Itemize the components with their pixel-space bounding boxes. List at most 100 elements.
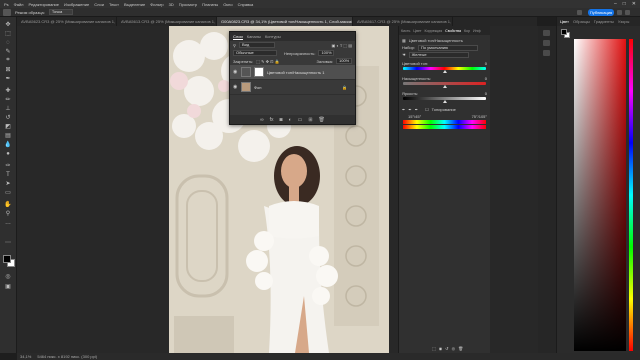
- saturation-slider-knob[interactable]: [443, 85, 447, 88]
- foreground-color-swatch[interactable]: [3, 255, 11, 263]
- tab-patterns[interactable]: Узоры: [618, 19, 629, 24]
- tab-gradients[interactable]: Градиенты: [594, 19, 614, 24]
- saturation-value[interactable]: 0: [485, 76, 487, 81]
- color-swatches[interactable]: [3, 255, 15, 267]
- tab-adjustments[interactable]: Коррекция: [424, 29, 442, 33]
- delete-icon[interactable]: 🗑: [458, 346, 463, 351]
- layer-filter-select[interactable]: Вид: [238, 42, 275, 48]
- sample-mode-select[interactable]: Точка: [48, 9, 73, 15]
- lock-icons[interactable]: ⬚ ✎ ✥ ⊡ 🔒: [256, 59, 279, 64]
- type-tool-icon[interactable]: T: [4, 171, 12, 178]
- menu-item[interactable]: Окно: [223, 2, 232, 7]
- edit-toolbar-icon[interactable]: ⋯: [4, 239, 12, 246]
- menu-item[interactable]: Просмотр: [179, 2, 197, 7]
- eyedropper-minus-icon[interactable]: ✒: [415, 107, 418, 112]
- doc-tab[interactable]: AVBA5613.CR3 @ 25% (Микширование каналов…: [117, 17, 217, 26]
- zoom-level[interactable]: 34,1%: [20, 354, 31, 359]
- menu-item[interactable]: Изображение: [64, 2, 89, 7]
- menu-item[interactable]: Выделение: [124, 2, 145, 7]
- hand-tool-icon[interactable]: ✋: [4, 201, 12, 208]
- color-panel-swatches[interactable]: [561, 29, 570, 38]
- crop-tool-icon[interactable]: ⌗: [4, 57, 12, 64]
- doc-tab[interactable]: AVBA5623.CR3 @ 25% (Микширование каналов…: [17, 17, 117, 26]
- preset-select[interactable]: По умолчанию: [417, 44, 478, 51]
- tab-brush[interactable]: Кисть: [401, 29, 410, 33]
- view-previous-icon[interactable]: ◉: [439, 346, 443, 351]
- menu-item[interactable]: Редактирование: [29, 2, 59, 7]
- filter-icons[interactable]: ▣ ◐ T ⬚ ▤: [332, 43, 353, 48]
- maximize-icon[interactable]: □: [623, 1, 626, 7]
- reset-icon[interactable]: ↺: [445, 346, 448, 351]
- quick-mask-icon[interactable]: ◎: [4, 273, 12, 280]
- gradient-tool-icon[interactable]: ▤: [4, 132, 12, 139]
- new-layer-icon[interactable]: ⊞: [308, 117, 312, 123]
- workspace-icon[interactable]: [625, 10, 630, 15]
- menu-item[interactable]: 3D: [169, 2, 174, 7]
- menu-item[interactable]: Слои: [94, 2, 104, 7]
- panel-icon[interactable]: [543, 50, 550, 56]
- mask-icon[interactable]: ◙: [280, 117, 283, 123]
- healing-brush-icon[interactable]: ✚: [4, 87, 12, 94]
- minimize-icon[interactable]: –: [614, 1, 617, 7]
- tab-info[interactable]: Инф: [473, 29, 481, 33]
- eraser-tool-icon[interactable]: ◩: [4, 123, 12, 130]
- tab-swatches[interactable]: Образцы: [573, 19, 590, 24]
- menu-item[interactable]: Плагины: [202, 2, 218, 7]
- layer-name[interactable]: Цветовой тон/Насыщенность 1: [267, 70, 324, 75]
- saturation-slider[interactable]: [403, 82, 486, 88]
- lightness-value[interactable]: 0: [485, 91, 487, 96]
- tab-layers[interactable]: Слои: [233, 34, 243, 40]
- eye-icon[interactable]: ◉: [233, 85, 238, 90]
- close-icon[interactable]: ✕: [632, 1, 636, 7]
- link-icon[interactable]: ∞: [260, 117, 264, 123]
- tab-channels[interactable]: Каналы: [247, 34, 261, 39]
- panel-icon[interactable]: [543, 40, 550, 46]
- brush-tool-icon[interactable]: ✏: [4, 96, 12, 103]
- color-picker-field[interactable]: [574, 39, 626, 351]
- search-icon[interactable]: [617, 10, 622, 15]
- frame-tool-icon[interactable]: ⊠: [4, 66, 12, 73]
- tab-color[interactable]: Цвет: [560, 19, 569, 24]
- doc-tab-active[interactable]: G00A0823.CR3 @ 34,1% (Цветовой тон/Насыщ…: [217, 17, 353, 26]
- panel-icon[interactable]: [543, 30, 550, 36]
- eye-icon[interactable]: ◉: [233, 70, 238, 75]
- lightness-slider[interactable]: [403, 97, 486, 103]
- history-brush-icon[interactable]: ↺: [4, 114, 12, 121]
- channel-select[interactable]: Желтые: [408, 51, 469, 58]
- pen-tool-icon[interactable]: ✑: [4, 162, 12, 169]
- colorize-checkbox[interactable]: ☐: [425, 107, 429, 112]
- move-tool-icon[interactable]: ✥: [4, 21, 12, 28]
- menu-item[interactable]: Справка: [238, 2, 254, 7]
- lightness-slider-knob[interactable]: [443, 100, 447, 103]
- hue-value[interactable]: 0: [485, 61, 487, 66]
- publish-button[interactable]: Публикация: [588, 9, 614, 16]
- menu-item[interactable]: Файл: [14, 2, 24, 7]
- clip-icon[interactable]: ⬚: [432, 346, 436, 351]
- hue-slider-knob[interactable]: [443, 70, 447, 73]
- layer-mask-thumbnail[interactable]: [254, 67, 264, 77]
- quick-select-tool-icon[interactable]: ✎: [4, 48, 12, 55]
- zoom-tool-icon[interactable]: ⚲: [4, 210, 12, 217]
- menu-item[interactable]: Текст: [109, 2, 119, 7]
- eyedropper-plus-icon[interactable]: ✒: [408, 107, 411, 112]
- more-tools-icon[interactable]: …: [4, 219, 12, 226]
- doc-tab[interactable]: AVBA5617.CR3 @ 25% (Микширование каналов…: [353, 17, 453, 26]
- tab-properties[interactable]: Свойства: [445, 29, 461, 33]
- lasso-tool-icon[interactable]: ◌: [4, 39, 12, 46]
- blend-mode-select[interactable]: Обычные: [233, 50, 277, 56]
- layer-name[interactable]: Фон: [254, 85, 261, 90]
- hue-slider[interactable]: [403, 67, 486, 73]
- path-select-icon[interactable]: ➤: [4, 180, 12, 187]
- group-icon[interactable]: ▭: [298, 117, 303, 123]
- screen-mode-icon[interactable]: ▣: [4, 283, 12, 290]
- clone-stamp-icon[interactable]: ⊥: [4, 105, 12, 112]
- opacity-field[interactable]: 100%: [318, 50, 335, 56]
- eyedropper-tool-icon[interactable]: [3, 8, 11, 16]
- menu-item[interactable]: Ps: [4, 2, 9, 7]
- tab-color[interactable]: Цвет: [413, 29, 421, 33]
- marquee-tool-icon[interactable]: ⬚: [4, 30, 12, 37]
- visibility-icon[interactable]: ◎: [452, 346, 456, 351]
- home-icon[interactable]: [577, 10, 582, 15]
- fx-icon[interactable]: fx: [270, 117, 274, 123]
- tab-paths[interactable]: Контуры: [265, 34, 281, 39]
